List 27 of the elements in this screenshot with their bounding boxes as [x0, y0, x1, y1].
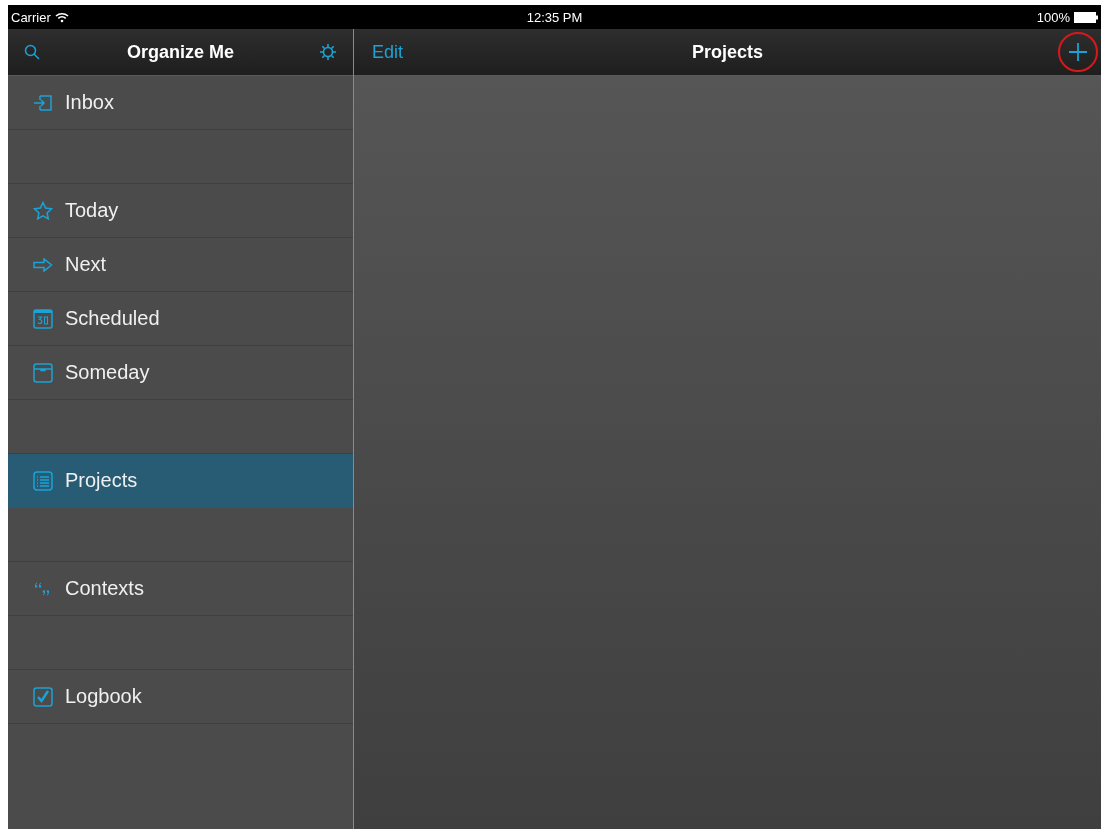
- calendar-icon: [33, 308, 53, 329]
- battery-percent: 100%: [1036, 9, 1070, 25]
- edit-button[interactable]: Edit: [366, 37, 410, 67]
- list-icon: [33, 470, 53, 491]
- carrier-label: Carrier: [11, 9, 51, 25]
- settings-icon: [319, 43, 337, 61]
- add-icon: [1068, 42, 1088, 62]
- arrow-icon: [33, 257, 53, 272]
- wifi-icon: [54, 11, 69, 23]
- sidebar-item[interactable]: Scheduled: [8, 292, 353, 346]
- add-button[interactable]: [1058, 32, 1098, 72]
- star-icon: [33, 200, 53, 221]
- search-icon: [24, 44, 40, 60]
- checkbox-icon: [33, 686, 53, 707]
- box-icon: [33, 362, 53, 383]
- battery-icon: [1074, 11, 1098, 23]
- inbox-icon: [33, 93, 53, 112]
- sidebar-item[interactable]: Inbox: [8, 76, 353, 130]
- sidebar-item[interactable]: Someday: [8, 346, 353, 400]
- status-time: 12:35 PM: [526, 9, 583, 25]
- sidebar-item[interactable]: Next: [8, 238, 353, 292]
- sidebar-item[interactable]: Contexts: [8, 562, 353, 616]
- sidebar-title: Organize Me: [127, 41, 234, 63]
- sidebar-item[interactable]: Today: [8, 184, 353, 238]
- sidebar-item[interactable]: Projects: [8, 454, 353, 508]
- sidebar-item[interactable]: Logbook: [8, 670, 353, 724]
- main-title: Projects: [692, 41, 763, 63]
